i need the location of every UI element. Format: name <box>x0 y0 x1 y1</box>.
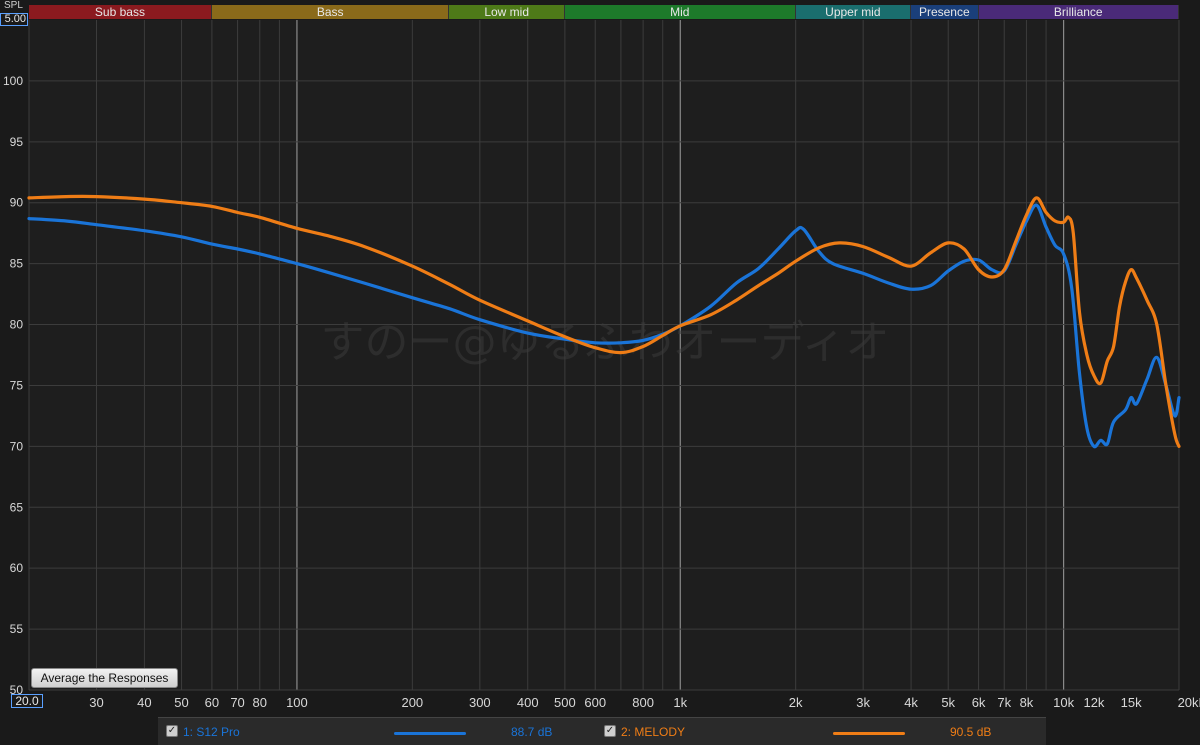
y-tick-label: 100 <box>3 74 23 88</box>
x-tick-label: 30 <box>89 695 103 710</box>
y-axis-tick-labels: 50556065707580859095100 <box>3 74 23 697</box>
band-presence: Presence <box>911 5 979 19</box>
x-tick-label: 40 <box>137 695 151 710</box>
x-tick-label: 7k <box>997 695 1011 710</box>
x-tick-label: 12k <box>1083 695 1104 710</box>
x-tick-label: 1k <box>673 695 687 710</box>
x-tick-label: 15k <box>1121 695 1142 710</box>
frequency-band-bar: Sub bass Bass Low mid Mid Upper mid Presence B… <box>29 5 1179 19</box>
y-tick-label: 55 <box>10 622 24 636</box>
y-tick-label: 65 <box>10 500 24 514</box>
x-tick-label: 80 <box>253 695 267 710</box>
band-sub-bass: Sub bass <box>29 5 212 19</box>
band-bass: Bass <box>211 5 450 19</box>
band-upper-mid: Upper mid <box>795 5 912 19</box>
x-tick-label: 500 <box>554 695 576 710</box>
y-tick-label: 60 <box>10 561 24 575</box>
x-tick-label: 6k <box>972 695 986 710</box>
x-tick-label: 300 <box>469 695 491 710</box>
y-axis-unit-label: SPL <box>4 0 23 11</box>
average-responses-button[interactable]: Average the Responses <box>31 668 178 688</box>
series-2-checkbox[interactable]: ✓ <box>604 725 616 737</box>
series-2-name: 2: MELODY <box>621 725 686 739</box>
x-tick-label: 50 <box>174 695 188 710</box>
y-tick-label: 70 <box>10 439 24 453</box>
legend-bar: ✓ 1: S12 Pro 88.7 dB ✓ 2: MELODY 90.5 dB <box>158 717 1046 745</box>
x-tick-label: 3k <box>856 695 870 710</box>
x-tick-label: 10k <box>1053 695 1074 710</box>
x-tick-label: 60 <box>205 695 219 710</box>
x-tick-label: 20kHz <box>1178 695 1200 710</box>
x-tick-label: 400 <box>517 695 539 710</box>
series-1-level: 88.7 dB <box>511 725 553 739</box>
series-1-swatch <box>394 732 466 735</box>
series-1-checkbox[interactable]: ✓ <box>166 725 178 737</box>
x-tick-label: 800 <box>632 695 654 710</box>
x-tick-label: 200 <box>401 695 423 710</box>
series-1-name: 1: S12 Pro <box>183 725 240 739</box>
x-tick-label: 5k <box>941 695 955 710</box>
x-axis-tick-labels: 30 40 50 60 70 80 100 200 300 400 500 600 800 1k 2k 3k 4… <box>89 695 1200 710</box>
x-tick-label: 100 <box>286 695 308 710</box>
y-tick-label: 90 <box>10 196 24 210</box>
x-tick-label: 600 <box>584 695 606 710</box>
y-axis-top-value-field[interactable]: 5.00 <box>0 13 28 26</box>
series-2-level: 90.5 dB <box>950 725 992 739</box>
x-tick-label: 8k <box>1020 695 1034 710</box>
x-axis-left-value-field[interactable]: 20.0 <box>11 694 43 708</box>
y-tick-label: 80 <box>10 318 24 332</box>
band-low-mid: Low mid <box>449 5 565 19</box>
band-mid: Mid <box>564 5 796 19</box>
x-tick-label: 70 <box>230 695 244 710</box>
y-tick-label: 75 <box>10 378 24 392</box>
y-tick-label: 95 <box>10 135 24 149</box>
x-tick-label: 2k <box>789 695 803 710</box>
series-2-swatch <box>833 732 905 735</box>
band-brilliance: Brilliance <box>978 5 1179 19</box>
y-tick-label: 85 <box>10 257 24 271</box>
x-tick-label: 4k <box>904 695 918 710</box>
frequency-response-chart: すのー@ゆるふわオーディオ 50556065707580859095100 30… <box>3 20 1200 710</box>
